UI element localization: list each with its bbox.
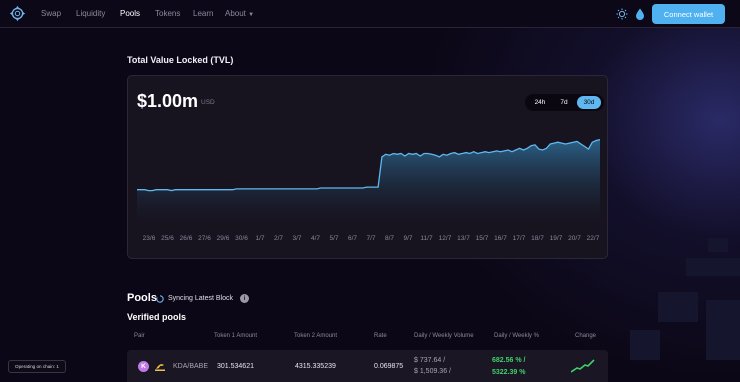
- nav-pools[interactable]: Pools: [120, 9, 140, 18]
- pair-name: KDA/BABE: [173, 363, 209, 370]
- verified-pools-title: Verified pools: [127, 312, 187, 322]
- pools-title: Pools: [127, 292, 157, 304]
- x-axis-tick-label: 15/7: [476, 235, 489, 242]
- info-icon[interactable]: i: [239, 294, 249, 303]
- x-axis-tick-label: 2/7: [274, 235, 283, 242]
- x-axis-tick-label: 19/7: [550, 235, 563, 242]
- table-row[interactable]: K KDA/BABE 301.534621 4315.335239 0.0698…: [127, 350, 608, 382]
- sun-icon: [616, 8, 628, 20]
- background-decoration: [658, 292, 698, 322]
- tvl-chart-card: $1.00m USD 24h 7d 30d 23/6 25/6 26/6 27/6 29…: [127, 75, 608, 259]
- token2-amount: 4315.335239: [295, 363, 336, 370]
- connect-wallet-button[interactable]: Connect wallet: [652, 4, 725, 24]
- theme-toggle-button[interactable]: [615, 7, 629, 21]
- trend-up-sparkline-icon: [571, 359, 595, 373]
- background-decoration: [708, 238, 728, 252]
- daily-percent: 682.56 % /: [492, 357, 526, 364]
- column-header-percent[interactable]: Daily / Weekly %: [494, 333, 539, 339]
- x-axis-tick-label: 3/7: [292, 235, 301, 242]
- drop-button[interactable]: [633, 7, 647, 21]
- column-header-volume[interactable]: Daily / Weekly Volume: [414, 333, 474, 339]
- x-axis-tick-label: 6/7: [348, 235, 357, 242]
- x-axis-tick-label: 20/7: [568, 235, 581, 242]
- x-axis-tick-label: 16/7: [494, 235, 507, 242]
- tvl-area-fill: [137, 139, 600, 226]
- column-header-rate[interactable]: Rate: [374, 333, 387, 339]
- weekly-volume: $ 1,509.36 /: [414, 368, 451, 375]
- nav-swap[interactable]: Swap: [41, 9, 61, 18]
- x-axis-tick-label: 7/7: [366, 235, 375, 242]
- kda-token-icon: K: [138, 361, 149, 372]
- chevron-down-icon: ▼: [248, 12, 255, 18]
- x-axis-tick-label: 26/6: [180, 235, 193, 242]
- sync-status: Syncing Latest Block i: [156, 294, 249, 303]
- nav-learn[interactable]: Learn: [193, 9, 213, 18]
- column-header-pair[interactable]: Pair: [134, 333, 145, 339]
- x-axis-tick-label: 17/7: [513, 235, 526, 242]
- top-navigation-bar: Swap Liquidity Pools Tokens Learn About …: [0, 0, 740, 28]
- x-axis-tick-label: 13/7: [457, 235, 470, 242]
- tvl-area-chart: 23/6 25/6 26/6 27/6 29/6 30/6 1/7 2/7 3/7 4/7 5/7 6…: [137, 138, 601, 242]
- x-axis-tick-label: 25/6: [161, 235, 174, 242]
- x-axis-tick-label: 4/7: [311, 235, 320, 242]
- chain-status-badge: Operating on chain: 1: [8, 360, 66, 373]
- x-axis-tick-label: 29/6: [217, 235, 230, 242]
- app-logo-icon[interactable]: [9, 5, 26, 22]
- drop-icon: [636, 8, 644, 20]
- nav-about-label: About: [225, 9, 246, 18]
- column-header-token2[interactable]: Token 2 Amount: [294, 333, 337, 339]
- x-axis-tick-label: 8/7: [385, 235, 394, 242]
- nav-liquidity[interactable]: Liquidity: [76, 9, 105, 18]
- x-axis-tick-label: 11/7: [420, 235, 433, 242]
- weekly-percent: 5322.39 %: [492, 369, 526, 376]
- sync-label: Syncing Latest Block: [168, 295, 233, 302]
- x-axis-tick-label: 18/7: [531, 235, 544, 242]
- token1-amount: 301.534621: [217, 363, 254, 370]
- x-axis-tick-label: 23/6: [143, 235, 156, 242]
- x-axis-tick-label: 22/7: [587, 235, 600, 242]
- column-header-token1[interactable]: Token 1 Amount: [214, 333, 257, 339]
- x-axis-tick-label: 9/7: [403, 235, 412, 242]
- background-decoration: [686, 258, 740, 276]
- nav-tokens[interactable]: Tokens: [155, 9, 180, 18]
- x-axis-tick-label: 27/6: [198, 235, 211, 242]
- daily-volume: $ 737.64 /: [414, 357, 446, 364]
- x-axis-tick-label: 12/7: [439, 235, 452, 242]
- tvl-title: Total Value Locked (TVL): [127, 55, 234, 65]
- x-axis-tick-label: 5/7: [329, 235, 338, 242]
- column-header-change[interactable]: Change: [575, 333, 596, 339]
- background-decoration: [706, 300, 740, 360]
- x-axis-tick-label: 30/6: [235, 235, 248, 242]
- x-axis-tick-label: 1/7: [255, 235, 264, 242]
- babe-token-icon: [155, 364, 165, 371]
- background-decoration: [630, 330, 660, 360]
- rate-value: 0.069875: [374, 363, 404, 370]
- nav-about-dropdown[interactable]: About ▼: [225, 9, 254, 18]
- loading-spinner-icon: [156, 294, 164, 303]
